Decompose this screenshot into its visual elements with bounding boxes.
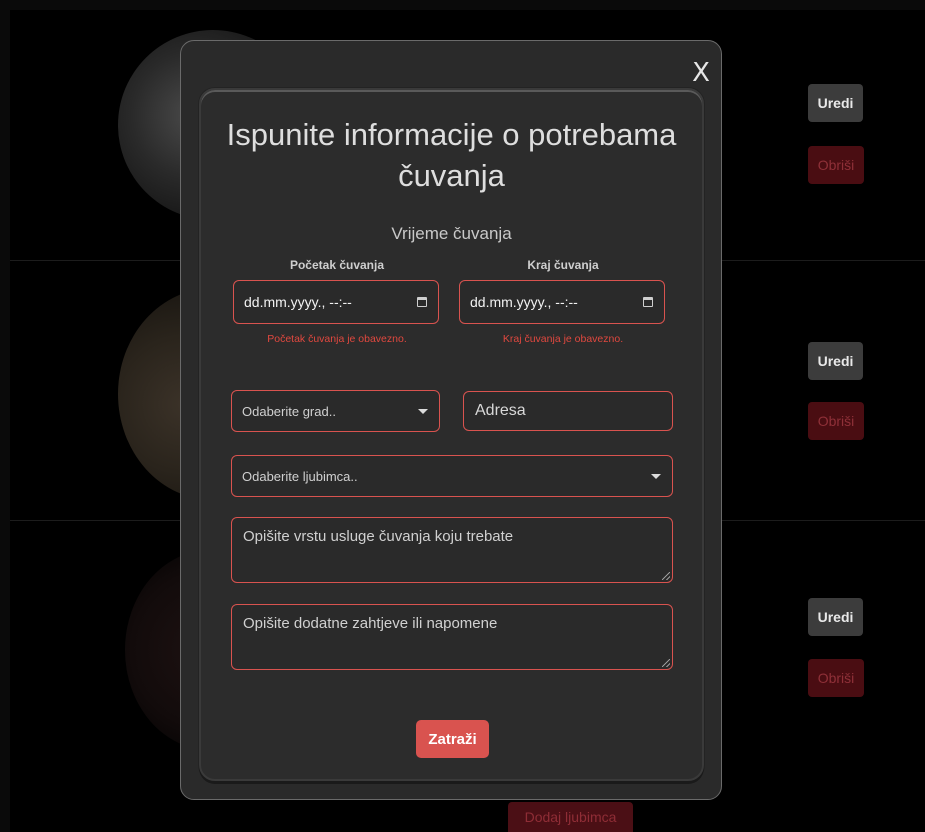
service-description-textarea[interactable]: Opišite vrstu usluge čuvanja koju trebat… xyxy=(231,517,673,583)
resize-handle[interactable] xyxy=(662,659,670,667)
end-datetime-value: dd.mm.yyyy., --:-- xyxy=(470,294,578,310)
delete-pet-button[interactable]: Obriši xyxy=(808,659,864,697)
chevron-down-icon xyxy=(651,473,661,479)
address-input[interactable]: Adresa xyxy=(463,391,673,431)
calendar-icon[interactable] xyxy=(417,297,427,307)
additional-notes-placeholder: Opišite dodatne zahtjeve ili napomene xyxy=(243,615,498,632)
delete-pet-button[interactable]: Obriši xyxy=(808,402,864,440)
submit-request-button[interactable]: Zatraži xyxy=(416,720,489,758)
section-title: Vrijeme čuvanja xyxy=(391,224,512,243)
delete-pet-button[interactable]: Obriši xyxy=(808,146,864,184)
end-date-error: Kraj čuvanja je obavezno. xyxy=(502,333,624,345)
start-date-label: Početak čuvanja xyxy=(289,258,385,272)
start-datetime-input[interactable]: dd.mm.yyyy., --:-- xyxy=(233,280,439,324)
additional-notes-textarea[interactable]: Opišite dodatne zahtjeve ili napomene xyxy=(231,604,673,670)
start-date-error: Početak čuvanja je obavezno. xyxy=(267,333,407,345)
calendar-icon[interactable] xyxy=(643,297,653,307)
edit-pet-button[interactable]: Uredi xyxy=(808,598,863,636)
service-description-placeholder: Opišite vrstu usluge čuvanja koju trebat… xyxy=(243,528,514,545)
city-select[interactable]: Odaberite grad.. xyxy=(231,390,440,432)
chevron-down-icon xyxy=(418,408,428,414)
resize-handle[interactable] xyxy=(662,572,670,580)
end-date-label: Kraj čuvanja xyxy=(527,258,599,272)
city-select-value: Odaberite grad.. xyxy=(242,403,336,419)
edit-pet-button[interactable]: Uredi xyxy=(808,342,863,380)
edit-pet-button[interactable]: Uredi xyxy=(808,84,863,122)
modal-title: Ispunite informacije o potrebama čuvanja xyxy=(226,117,677,193)
add-pet-button[interactable]: Dodaj ljubimca xyxy=(508,802,633,832)
pet-select[interactable]: Odaberite ljubimca.. xyxy=(231,455,673,497)
pet-select-value: Odaberite ljubimca.. xyxy=(242,468,358,484)
address-placeholder: Adresa xyxy=(475,402,526,419)
close-icon[interactable]: X xyxy=(688,58,714,88)
end-datetime-input[interactable]: dd.mm.yyyy., --:-- xyxy=(459,280,665,324)
start-datetime-value: dd.mm.yyyy., --:-- xyxy=(244,294,352,310)
